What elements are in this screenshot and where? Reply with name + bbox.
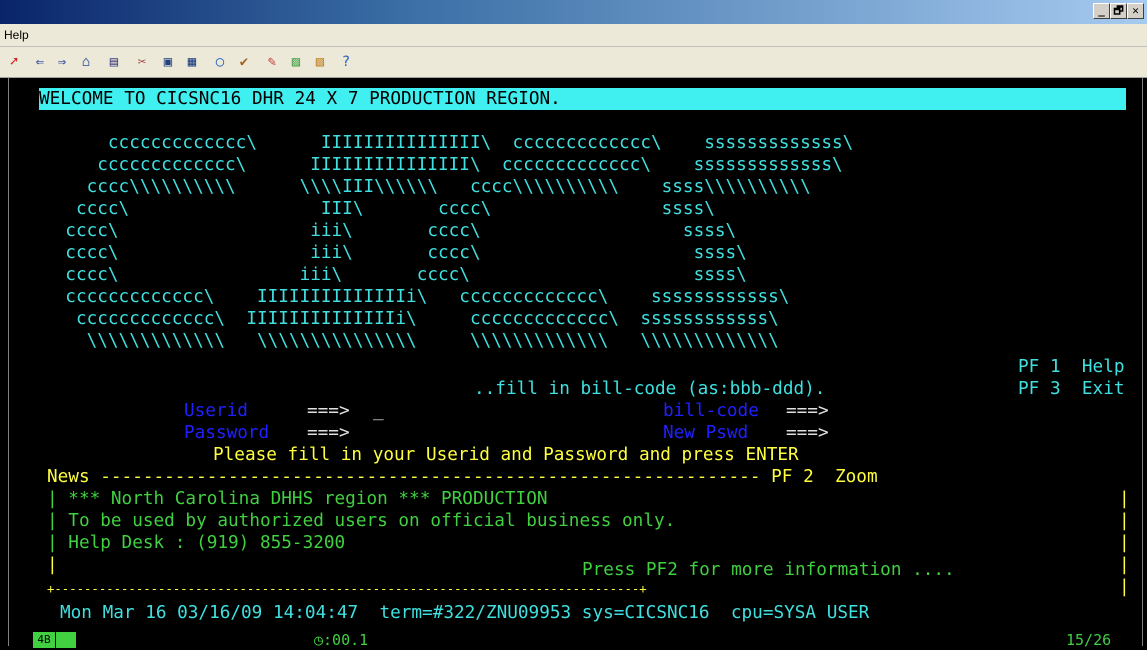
home-icon[interactable]: ⌂ [76, 53, 96, 71]
news-border: | [1119, 489, 1130, 509]
news-line: | Help Desk : (919) 855-3200 [47, 533, 346, 553]
cics-logo-line: ccccccccccccc\ IIIIIIIIIIIIIII\ cccccccc… [44, 155, 843, 175]
window-titlebar: _ 🗗 ✕ [0, 0, 1147, 24]
restore-button[interactable]: 🗗 [1110, 3, 1127, 19]
menu-bar: Help [0, 24, 1147, 47]
cursor-position: 15/26 [1066, 631, 1112, 649]
password-arrow: ===> [307, 423, 350, 443]
cics-logo-line: cccc\ iii\ cccc\ ssss\ [44, 265, 747, 285]
minimize-button[interactable]: _ [1093, 3, 1110, 19]
forward-icon[interactable]: ⇒ [52, 53, 72, 71]
password-input[interactable] [373, 422, 623, 442]
news-line: | *** North Carolina DHHS region *** PRO… [47, 489, 548, 509]
tools-icon[interactable]: ✂ [132, 53, 152, 71]
cics-logo-line: cccc\\\\\\\\\\ \\\\III\\\\\\ cccc\\\\\\\… [44, 177, 811, 197]
news-border: | [1119, 577, 1130, 597]
edit-icon[interactable]: ✎ [262, 53, 282, 71]
mode-block [56, 632, 76, 648]
session-timer: ◷:00.1 [314, 631, 369, 649]
bill-code-arrow: ===> [786, 401, 829, 421]
back-icon[interactable]: ⇐ [30, 53, 50, 71]
welcome-banner: WELCOME TO CICSNC16 DHR 24 X 7 PRODUCTIO… [39, 88, 1126, 110]
userid-label: Userid [184, 401, 248, 421]
close-button[interactable]: ✕ [1127, 3, 1144, 19]
pf3-exit-hint: PF 3 Exit [1018, 379, 1125, 399]
cics-logo-line: ccccccccccccc\ IIIIIIIIIIIIIIi\ cccccccc… [44, 287, 790, 307]
cics-logo-line: \\\\\\\\\\\\\ \\\\\\\\\\\\\\\ \\\\\\\\\\… [44, 331, 779, 351]
print-preview-icon[interactable]: ▦ [182, 53, 202, 71]
news-border: | [1119, 533, 1130, 553]
news-header: News -----------------------------------… [47, 467, 878, 487]
login-instruction: Please fill in your Userid and Password … [213, 445, 799, 465]
news-border: | [1119, 511, 1130, 531]
password-label: Password [184, 423, 270, 443]
status-bar: 4B ◷:00.1 15/26 [0, 630, 1147, 650]
cics-logo-line: ccccccccccccc\ IIIIIIIIIIIIIII\ cccccccc… [44, 133, 854, 153]
news-more-hint: Press PF2 for more information .... [582, 560, 955, 580]
bill-code-label: bill-code [663, 401, 759, 421]
news-border: | [1119, 555, 1130, 575]
pf1-help-hint: PF 1 Help [1018, 357, 1125, 377]
news-line: | To be used by authorized users on offi… [47, 511, 676, 531]
connect-icon[interactable]: ➚ [4, 53, 24, 71]
new-password-input[interactable] [850, 422, 1050, 442]
chart2-icon[interactable]: ▧ [310, 53, 330, 71]
userid-input[interactable]: _ [373, 400, 384, 422]
open-icon[interactable]: ▤ [104, 53, 124, 71]
toolbar: ➚ ⇐ ⇒ ⌂ ▤ ✂ ▣ ▦ ○ ✔ ✎ ▨ ▧ ? [0, 47, 1147, 78]
menu-help[interactable]: Help [4, 28, 29, 42]
userid-arrow: ===> [307, 401, 350, 421]
mode-indicator: 4B [33, 632, 55, 648]
help-icon[interactable]: ? [336, 53, 356, 71]
news-footer: +---------------------------------------… [47, 582, 647, 596]
macro-icon[interactable]: ✔ [234, 53, 254, 71]
news-line: | [47, 555, 58, 575]
chart-icon[interactable]: ▨ [286, 53, 306, 71]
cics-logo-line: cccc\ III\ cccc\ ssss\ [44, 199, 715, 219]
cics-logo-line: cccc\ iii\ cccc\ ssss\ [44, 221, 737, 241]
cics-logo-line: cccc\ iii\ cccc\ ssss\ [44, 243, 747, 263]
system-info-line: Mon Mar 16 03/16/09 14:04:47 term=#322/Z… [60, 603, 870, 623]
bill-code-input[interactable] [850, 400, 1050, 420]
copy-icon[interactable]: ▣ [158, 53, 178, 71]
record-icon[interactable]: ○ [210, 53, 230, 71]
cics-logo-line: ccccccccccccc\ IIIIIIIIIIIIIIi\ cccccccc… [44, 309, 779, 329]
new-password-arrow: ===> [786, 423, 829, 443]
new-password-label: New Pswd [663, 423, 749, 443]
bill-code-hint: ..fill in bill-code (as:bbb-ddd). [474, 379, 826, 399]
